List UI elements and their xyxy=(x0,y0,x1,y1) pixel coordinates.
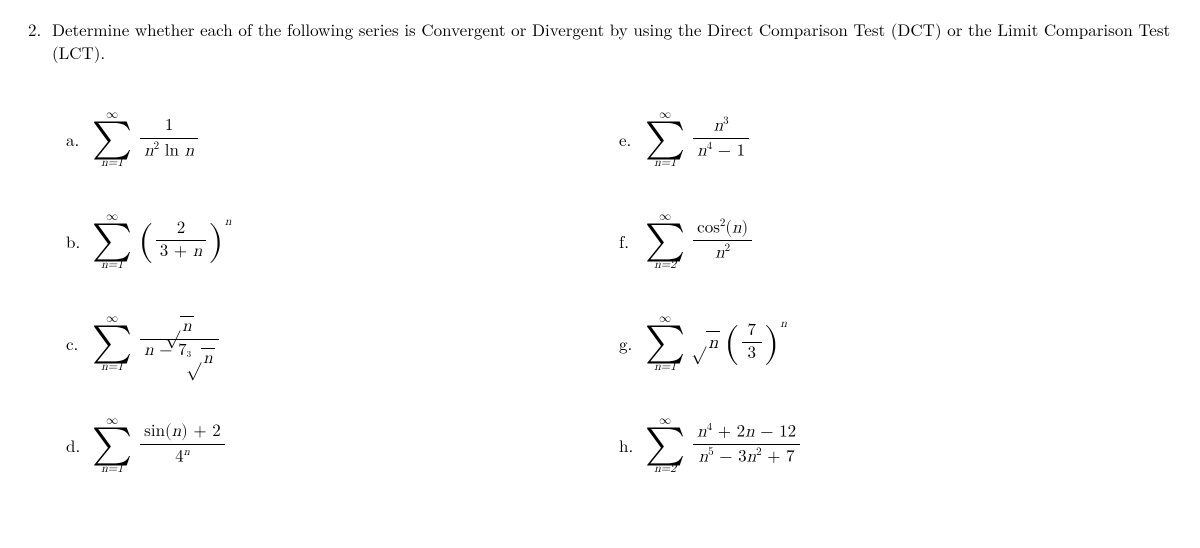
item-g: g. ∞ ∑ n=1 √n ( 7 3 ) n xyxy=(619,292,1172,394)
cube-root-icon: 3√n xyxy=(187,348,215,370)
problem-prompt: Determine whether each of the following … xyxy=(52,18,1172,64)
item-b: b. ∞ ∑ n=1 ( 2 3 + n ) n xyxy=(66,190,619,292)
paren-group: ( 2 3 + n ) xyxy=(138,218,224,264)
sigma-icon: ∞ ∑ n=1 xyxy=(92,313,132,373)
fraction: √n n − 73√n xyxy=(140,315,218,370)
item-c: c. ∞ ∑ n=1 √n n − 73√n xyxy=(66,292,619,394)
fraction: 1 n2 ln n xyxy=(140,115,198,162)
item-label: d. xyxy=(66,433,92,457)
series-h: ∞ ∑ n=2 n4 + 2n − 12 n5 − 3n2 + 7 xyxy=(645,415,802,475)
item-h: h. ∞ ∑ n=2 n4 + 2n − 12 n5 − 3n2 + 7 xyxy=(619,394,1172,496)
problem-header: 2. Determine whether each of the followi… xyxy=(28,18,1172,64)
sqrt-icon: √n xyxy=(165,316,193,338)
series-c: ∞ ∑ n=1 √n n − 73√n xyxy=(92,313,221,373)
sigma-icon: ∞ ∑ n=2 xyxy=(645,211,685,271)
series-e: ∞ ∑ n=1 n3 n4 − 1 xyxy=(645,109,751,169)
sqrt-icon: √n xyxy=(691,331,720,354)
fraction: cos2(n) n2 xyxy=(693,216,752,265)
sigma-icon: ∞ ∑ n=1 xyxy=(92,109,132,169)
item-label: a. xyxy=(66,127,92,151)
series-a: ∞ ∑ n=1 1 n2 ln n xyxy=(92,109,200,169)
sigma-icon: ∞ ∑ n=1 xyxy=(92,415,132,475)
item-label: b. xyxy=(66,229,92,253)
problem-columns: a. ∞ ∑ n=1 1 n2 ln n b. ∞ ∑ xyxy=(28,88,1172,496)
item-label: g. xyxy=(619,331,645,355)
fraction: n4 + 2n − 12 n5 − 3n2 + 7 xyxy=(693,420,800,469)
item-label: e. xyxy=(619,127,645,151)
item-e: e. ∞ ∑ n=1 n3 n4 − 1 xyxy=(619,88,1172,190)
series-d: ∞ ∑ n=1 sin(n) + 2 4n xyxy=(92,415,227,475)
sigma-icon: ∞ ∑ n=1 xyxy=(645,313,685,373)
fraction: 7 3 xyxy=(742,320,762,366)
item-label: f. xyxy=(619,229,645,253)
series-f: ∞ ∑ n=2 cos2(n) n2 xyxy=(645,211,754,271)
fraction: 2 3 + n xyxy=(156,218,206,264)
sigma-icon: ∞ ∑ n=1 xyxy=(92,211,132,271)
fraction: n3 n4 − 1 xyxy=(693,114,749,163)
item-a: a. ∞ ∑ n=1 1 n2 ln n xyxy=(66,88,619,190)
item-label: c. xyxy=(66,331,92,355)
series-g: ∞ ∑ n=1 √n ( 7 3 ) n xyxy=(645,313,787,373)
sigma-icon: ∞ ∑ n=2 xyxy=(645,415,685,475)
item-label: h. xyxy=(619,433,645,457)
sigma-icon: ∞ ∑ n=1 xyxy=(645,109,685,169)
item-d: d. ∞ ∑ n=1 sin(n) + 2 4n xyxy=(66,394,619,496)
right-column: e. ∞ ∑ n=1 n3 n4 − 1 f. ∞ ∑ xyxy=(619,88,1172,496)
fraction: sin(n) + 2 4n xyxy=(140,421,225,468)
paren-group: ( 7 3 ) xyxy=(724,320,779,366)
item-f: f. ∞ ∑ n=2 cos2(n) n2 xyxy=(619,190,1172,292)
series-b: ∞ ∑ n=1 ( 2 3 + n ) n xyxy=(92,211,231,271)
problem-number: 2. xyxy=(28,18,52,41)
left-column: a. ∞ ∑ n=1 1 n2 ln n b. ∞ ∑ xyxy=(66,88,619,496)
